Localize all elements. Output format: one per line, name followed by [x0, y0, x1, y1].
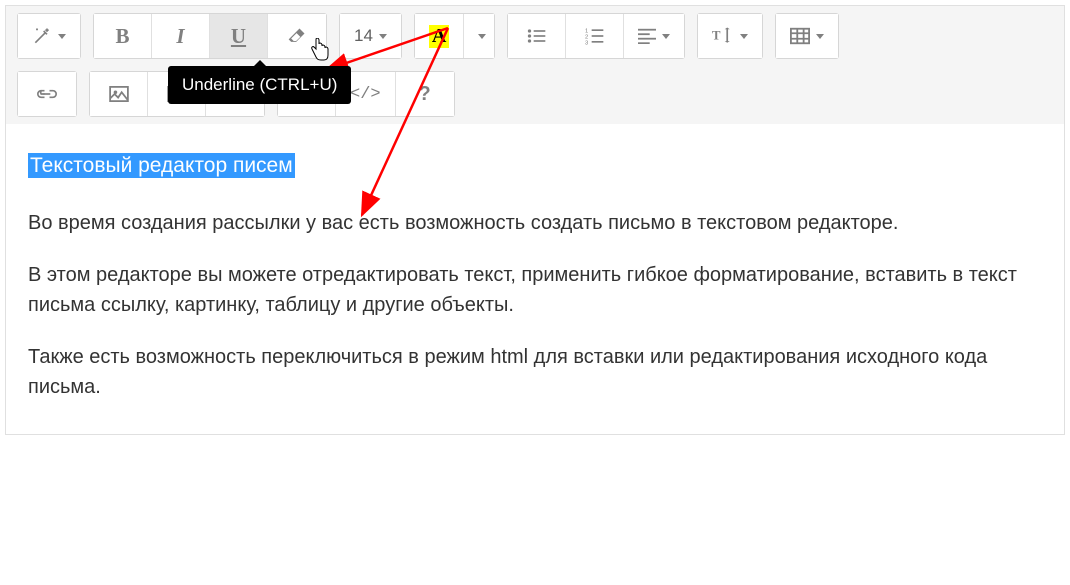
paragraph[interactable]: В этом редакторе вы можете отредактирова…: [28, 260, 1042, 320]
style-button[interactable]: [18, 14, 80, 58]
align-button[interactable]: [624, 14, 684, 58]
line-height-icon: T: [712, 27, 734, 45]
link-group: [18, 72, 76, 116]
style-group: [18, 14, 80, 58]
eraser-button[interactable]: [268, 14, 326, 58]
editor-toolbar: B I U 14 A: [6, 6, 1064, 124]
caret-down-icon: [58, 34, 66, 39]
link-icon: [37, 87, 57, 101]
format-group: B I U: [94, 14, 326, 58]
italic-icon: I: [176, 24, 184, 49]
paragraph[interactable]: Также есть возможность переключиться в р…: [28, 342, 1042, 402]
table-icon: [790, 27, 810, 45]
text-color-dropdown[interactable]: [464, 14, 494, 58]
caret-down-icon: [816, 34, 824, 39]
bold-icon: B: [115, 24, 129, 49]
tooltip: Underline (CTRL+U): [168, 66, 351, 104]
magic-wand-icon: [32, 26, 52, 46]
text-color-button[interactable]: A: [415, 14, 464, 58]
picture-button[interactable]: [90, 72, 148, 116]
list-ul-icon: [527, 27, 547, 45]
editor-container: B I U 14 A: [5, 5, 1065, 435]
align-icon: [638, 28, 656, 44]
help-button[interactable]: ?: [396, 72, 454, 116]
bold-button[interactable]: B: [94, 14, 152, 58]
question-icon: ?: [419, 83, 431, 106]
line-height-group: T: [698, 14, 762, 58]
editor-content[interactable]: Текстовый редактор писем Во время создан…: [6, 124, 1064, 434]
list-ol-icon: 1 2 3: [585, 27, 605, 45]
color-group: A: [415, 14, 494, 58]
caret-down-icon: [478, 34, 486, 39]
selected-text[interactable]: Текстовый редактор писем: [28, 153, 295, 178]
ordered-list-button[interactable]: 1 2 3: [566, 14, 624, 58]
underline-icon: U: [231, 24, 246, 49]
underline-button[interactable]: U: [210, 14, 268, 58]
paragraph[interactable]: Во время создания рассылки у вас есть во…: [28, 208, 1042, 238]
caret-down-icon: [662, 34, 670, 39]
font-size-button[interactable]: 14: [340, 14, 401, 58]
caret-down-icon: [740, 34, 748, 39]
paragraph-group: 1 2 3: [508, 14, 684, 58]
table-group: [776, 14, 838, 58]
eraser-icon: [287, 26, 307, 46]
svg-text:T: T: [712, 28, 721, 42]
svg-text:3: 3: [585, 40, 588, 45]
code-icon: </>: [350, 85, 381, 104]
line-height-button[interactable]: T: [698, 14, 762, 58]
unordered-list-button[interactable]: [508, 14, 566, 58]
link-button[interactable]: [18, 72, 76, 116]
italic-button[interactable]: I: [152, 14, 210, 58]
caret-down-icon: [379, 34, 387, 39]
table-button[interactable]: [776, 14, 838, 58]
text-color-icon: A: [429, 25, 449, 48]
picture-icon: [109, 86, 129, 102]
font-size-value: 14: [354, 26, 373, 46]
font-size-group: 14: [340, 14, 401, 58]
